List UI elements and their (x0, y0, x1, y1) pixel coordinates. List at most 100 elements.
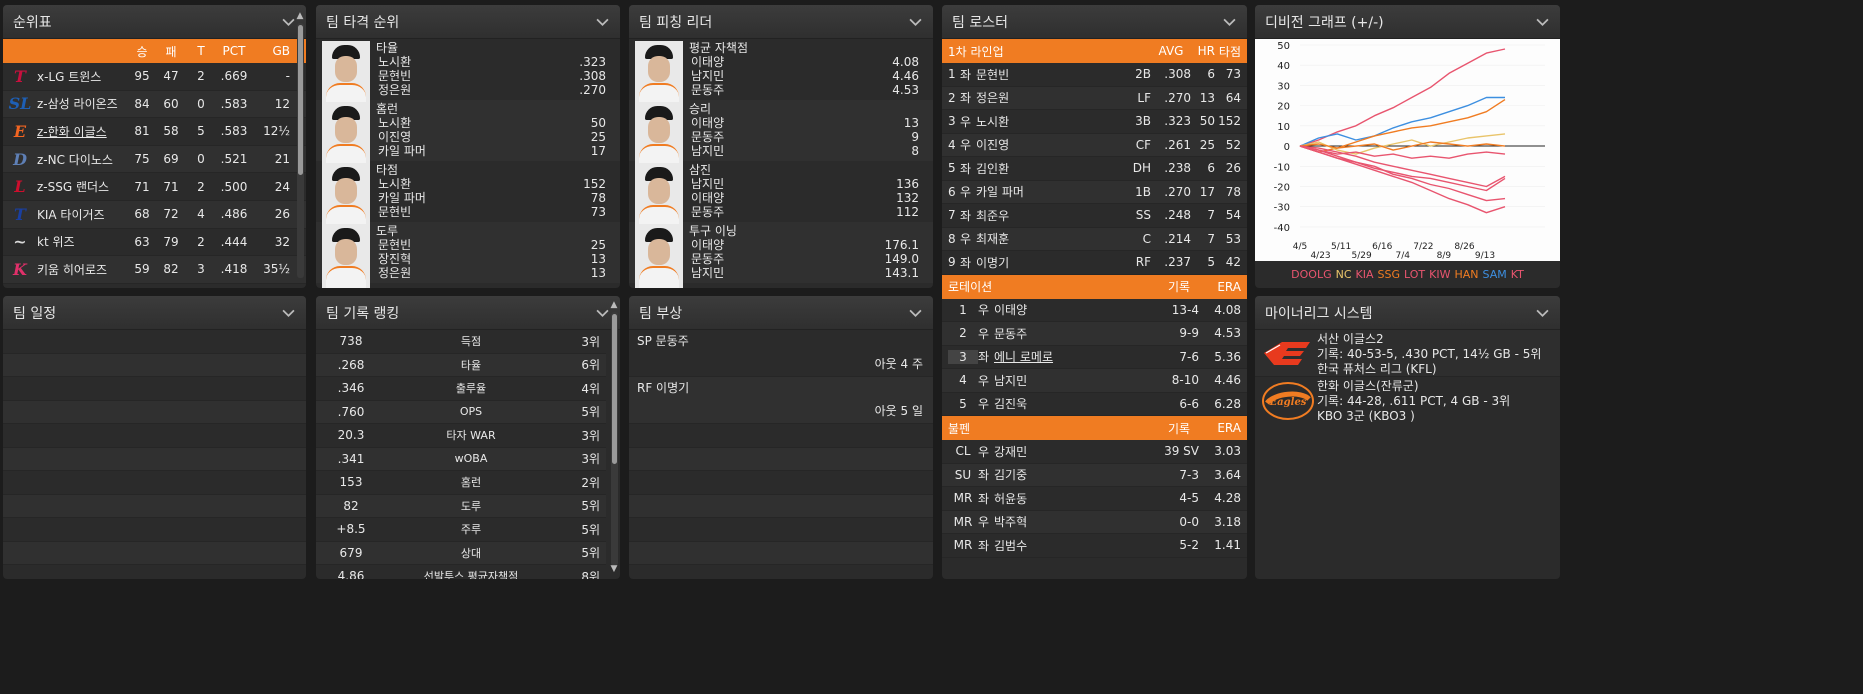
leader-line[interactable]: 노시환 50 (376, 116, 614, 130)
leader-line[interactable]: 정은원 .270 (376, 83, 614, 97)
player-name[interactable]: 박주혁 (994, 513, 1149, 530)
leader-player-name[interactable]: 이태양 (689, 238, 857, 252)
player-name[interactable]: 문동주 (994, 325, 1149, 342)
player-name[interactable]: 에니 로메로 (994, 348, 1149, 365)
leader-category[interactable]: 타율 노시환 .323 문현빈 .308 정은원 .270 (316, 39, 620, 107)
lineup-header-rbi[interactable]: 타점 (1215, 43, 1241, 60)
leader-category[interactable]: 홈런 노시환 50 이진영 25 카일 파머 17 (316, 100, 620, 168)
bullpen-row[interactable]: MR 좌 김범수 5-2 1.41 (942, 534, 1247, 558)
legend-entry[interactable]: KIA (1356, 268, 1374, 281)
leader-player-name[interactable]: 카일 파머 (376, 144, 544, 158)
lineup-row[interactable]: 4 우 이진영 CF .261 25 52 (942, 133, 1247, 157)
schedule-row[interactable] (3, 400, 306, 424)
rotation-row[interactable]: 5 우 김진욱 6-6 6.28 (942, 393, 1247, 416)
standings-row[interactable]: Lz-SSG 랜더스 71 71 2 .500 24 (3, 173, 306, 201)
leader-category[interactable]: 타점 노시환 152 카일 파머 78 문현빈 73 (316, 161, 620, 229)
lineup-header-avg[interactable]: AVG (1151, 44, 1191, 58)
leader-player-name[interactable]: 문현빈 (376, 69, 544, 83)
team-record-row[interactable]: 4.86 선발투스 평균자책점 8위 (316, 565, 606, 579)
schedule-row[interactable] (3, 377, 306, 401)
chevron-down-icon[interactable] (907, 14, 923, 30)
leader-player-name[interactable]: 남지민 (689, 266, 857, 280)
leader-player-name[interactable]: 이태양 (689, 116, 857, 130)
chevron-down-icon[interactable] (1221, 14, 1237, 30)
leader-player-name[interactable]: 정은원 (376, 266, 544, 280)
player-name[interactable]: 이태양 (994, 301, 1149, 318)
player-name[interactable]: 최재훈 (976, 230, 1121, 247)
bullpen-header-rec[interactable]: 기록 (1159, 420, 1199, 437)
leader-line[interactable]: 이태양 132 (689, 191, 927, 205)
injury-item[interactable]: RF 이명기 아웃 5 일 (629, 377, 933, 424)
standings-row[interactable]: ~ kt 위즈 63 79 2 .444 32 (3, 229, 306, 257)
standings-row[interactable]: SL z-삼성 라이온즈 84 60 0 .583 12 (3, 90, 306, 119)
team-record-row[interactable]: +8.5 주루 5위 (316, 518, 606, 542)
player-name[interactable]: 노시환 (976, 113, 1121, 130)
injury-item[interactable]: SP 문동주 아웃 4 주 (629, 330, 933, 377)
team-name[interactable]: KIA 타이거즈 (37, 206, 130, 223)
rotation-row[interactable]: 4 우 남지민 8-10 4.46 (942, 369, 1247, 393)
leader-line[interactable]: 남지민 4.46 (689, 69, 927, 83)
team-record-row[interactable]: .760 OPS 5위 (316, 400, 606, 424)
schedule-row[interactable] (3, 541, 306, 565)
player-name[interactable]: 문현빈 (976, 66, 1121, 83)
team-record-row[interactable]: 82 도루 5위 (316, 494, 606, 518)
legend-entry[interactable]: NC (1336, 268, 1352, 281)
leader-line[interactable]: 정은원 13 (376, 266, 614, 280)
standings-row[interactable]: T KIA 타이거즈 68 72 4 .486 26 (3, 200, 306, 229)
leader-player-name[interactable]: 문동주 (689, 252, 857, 266)
leader-player-name[interactable]: 장진혁 (376, 252, 544, 266)
chevron-down-icon[interactable] (280, 305, 296, 321)
legend-entry[interactable]: DOOLG (1291, 268, 1331, 281)
minor-team-name[interactable]: 서산 이글스2 (1317, 332, 1556, 347)
lineup-row[interactable]: 6 우 카일 파머 1B .270 17 78 (942, 180, 1247, 204)
leader-line[interactable]: 문동주 9 (689, 130, 927, 144)
col-header-w[interactable]: 승 (130, 43, 154, 60)
leader-category[interactable]: 평균 자책점 이태양 4.08 남지민 4.46 문동주 4.53 (629, 39, 933, 107)
leader-player-name[interactable]: 노시환 (376, 55, 544, 69)
team-record-row[interactable]: .268 타율 6위 (316, 353, 606, 377)
team-name[interactable]: 키움 히어로즈 (37, 261, 130, 278)
player-name[interactable]: 김진욱 (994, 395, 1149, 412)
team-record-row[interactable]: 679 상대 5위 (316, 541, 606, 565)
bullpen-header-era[interactable]: ERA (1199, 421, 1241, 435)
bullpen-row[interactable]: MR 우 박주혁 0-0 3.18 (942, 510, 1247, 534)
bullpen-row[interactable]: CL 우 강재민 39 SV 3.03 (942, 440, 1247, 464)
leader-line[interactable]: 카일 파머 17 (376, 144, 614, 158)
schedule-row[interactable] (3, 353, 306, 377)
col-header-t[interactable]: T (188, 44, 214, 58)
lineup-row[interactable]: 5 좌 김인환 DH .238 6 26 (942, 157, 1247, 181)
minor-team-name[interactable]: 한화 이글스(잔류군) (1317, 379, 1556, 394)
team-record-row[interactable]: 738 득점 3위 (316, 330, 606, 354)
lineup-row[interactable]: 7 좌 최준우 SS .248 7 54 (942, 204, 1247, 228)
scroll-up-icon[interactable]: ▲ (609, 300, 619, 310)
leader-player-name[interactable]: 이진영 (376, 130, 544, 144)
leader-line[interactable]: 노시환 .323 (376, 55, 614, 69)
leader-player-name[interactable]: 이태양 (689, 191, 857, 205)
leader-player-name[interactable]: 남지민 (689, 69, 857, 83)
lineup-row[interactable]: 8 우 최재훈 C .214 7 53 (942, 227, 1247, 251)
team-records-scrollbar[interactable] (611, 312, 618, 566)
col-header-gb[interactable]: GB (254, 44, 290, 58)
leader-line[interactable]: 이태양 4.08 (689, 55, 927, 69)
chevron-down-icon[interactable] (1534, 14, 1550, 30)
player-name[interactable]: 김기중 (994, 466, 1149, 483)
leader-player-name[interactable]: 문동주 (689, 83, 857, 97)
leader-player-name[interactable]: 정은원 (376, 83, 544, 97)
standings-row[interactable]: Tx-LG 트윈스 95 47 2 .669 - (3, 63, 306, 91)
rotation-header-era[interactable]: ERA (1199, 280, 1241, 294)
leader-player-name[interactable]: 카일 파머 (376, 191, 544, 205)
leader-category[interactable]: 삼진 남지민 136 이태양 132 문동주 112 (629, 161, 933, 229)
chevron-down-icon[interactable] (280, 14, 296, 30)
leader-player-name[interactable]: 문현빈 (376, 205, 544, 219)
player-name[interactable]: 남지민 (994, 372, 1149, 389)
player-name[interactable]: 김인환 (976, 160, 1121, 177)
schedule-row[interactable] (3, 494, 306, 518)
leader-line[interactable]: 문동주 149.0 (689, 252, 927, 266)
leader-line[interactable]: 이진영 25 (376, 130, 614, 144)
leader-category[interactable]: 승리 이태양 13 문동주 9 남지민 8 (629, 100, 933, 168)
leader-player-name[interactable]: 문동주 (689, 130, 857, 144)
leader-line[interactable]: 문현빈 25 (376, 238, 614, 252)
minor-team-row[interactable]: 서산 이글스2 기록: 40-53-5, .430 PCT, 14½ GB - … (1255, 330, 1560, 377)
chevron-down-icon[interactable] (1534, 305, 1550, 321)
legend-entry[interactable]: SSG (1378, 268, 1401, 281)
